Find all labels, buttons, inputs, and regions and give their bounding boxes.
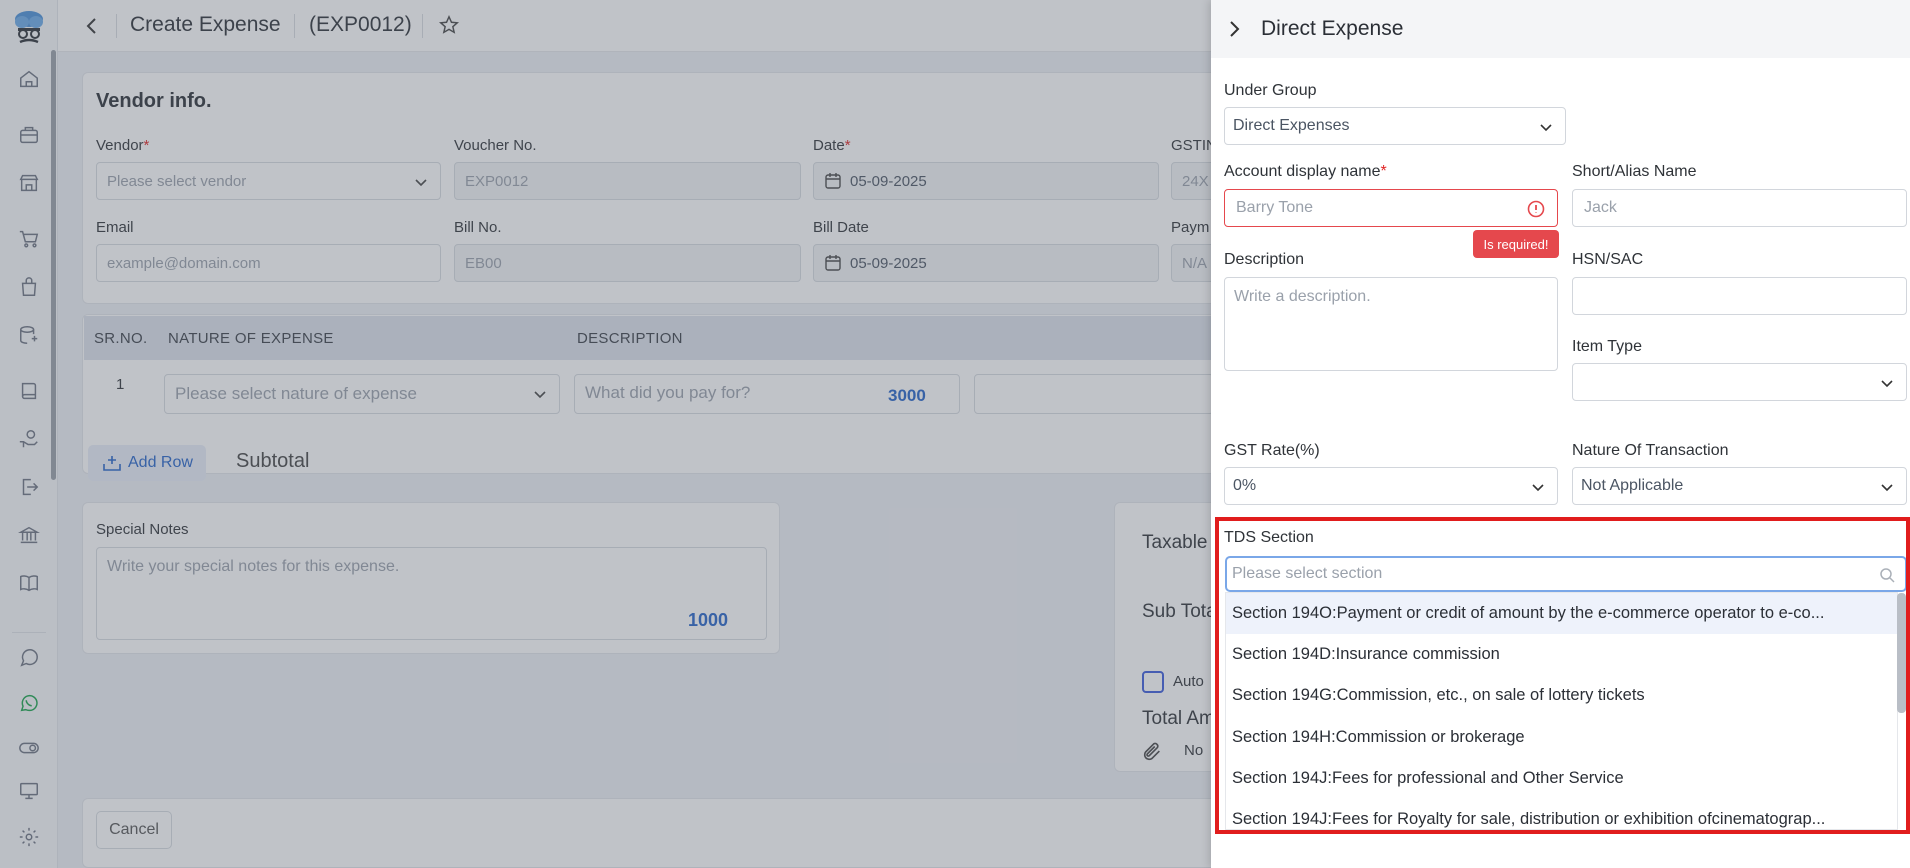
under-group-label: Under Group [1224, 82, 1317, 99]
nature-of-transaction-label: Nature Of Transaction [1572, 442, 1729, 459]
account-display-name-input[interactable]: Barry Tone [1224, 189, 1558, 227]
alias-name-label: Short/Alias Name [1572, 163, 1697, 180]
chevron-down-icon [1881, 484, 1893, 492]
chevron-down-icon [1540, 124, 1552, 132]
highlight-frame [1215, 517, 1910, 834]
under-group-select[interactable]: Direct Expenses [1224, 107, 1566, 145]
account-display-name-label: Account display name* [1224, 163, 1387, 180]
alias-name-input[interactable]: Jack [1572, 189, 1907, 227]
drawer-title: Direct Expense [1261, 17, 1404, 40]
item-type-select[interactable] [1572, 363, 1907, 401]
chevron-down-icon [1881, 380, 1893, 388]
gst-rate-select[interactable]: 0% [1224, 467, 1558, 505]
hsn-sac-label: HSN/SAC [1572, 251, 1644, 268]
item-type-label: Item Type [1572, 338, 1642, 355]
description-input[interactable]: Write a description. [1224, 277, 1558, 371]
hsn-sac-input[interactable] [1572, 277, 1907, 315]
error-icon [1527, 200, 1545, 218]
nature-of-transaction-select[interactable]: Not Applicable [1572, 467, 1907, 505]
required-error-tooltip: Is required! [1473, 230, 1559, 258]
description-label: Description [1224, 251, 1305, 268]
gst-rate-label: GST Rate(%) [1224, 442, 1320, 459]
drawer-header: Direct Expense [1211, 0, 1910, 58]
chevron-down-icon [1532, 484, 1544, 492]
collapse-chevron-icon[interactable] [1224, 19, 1244, 39]
